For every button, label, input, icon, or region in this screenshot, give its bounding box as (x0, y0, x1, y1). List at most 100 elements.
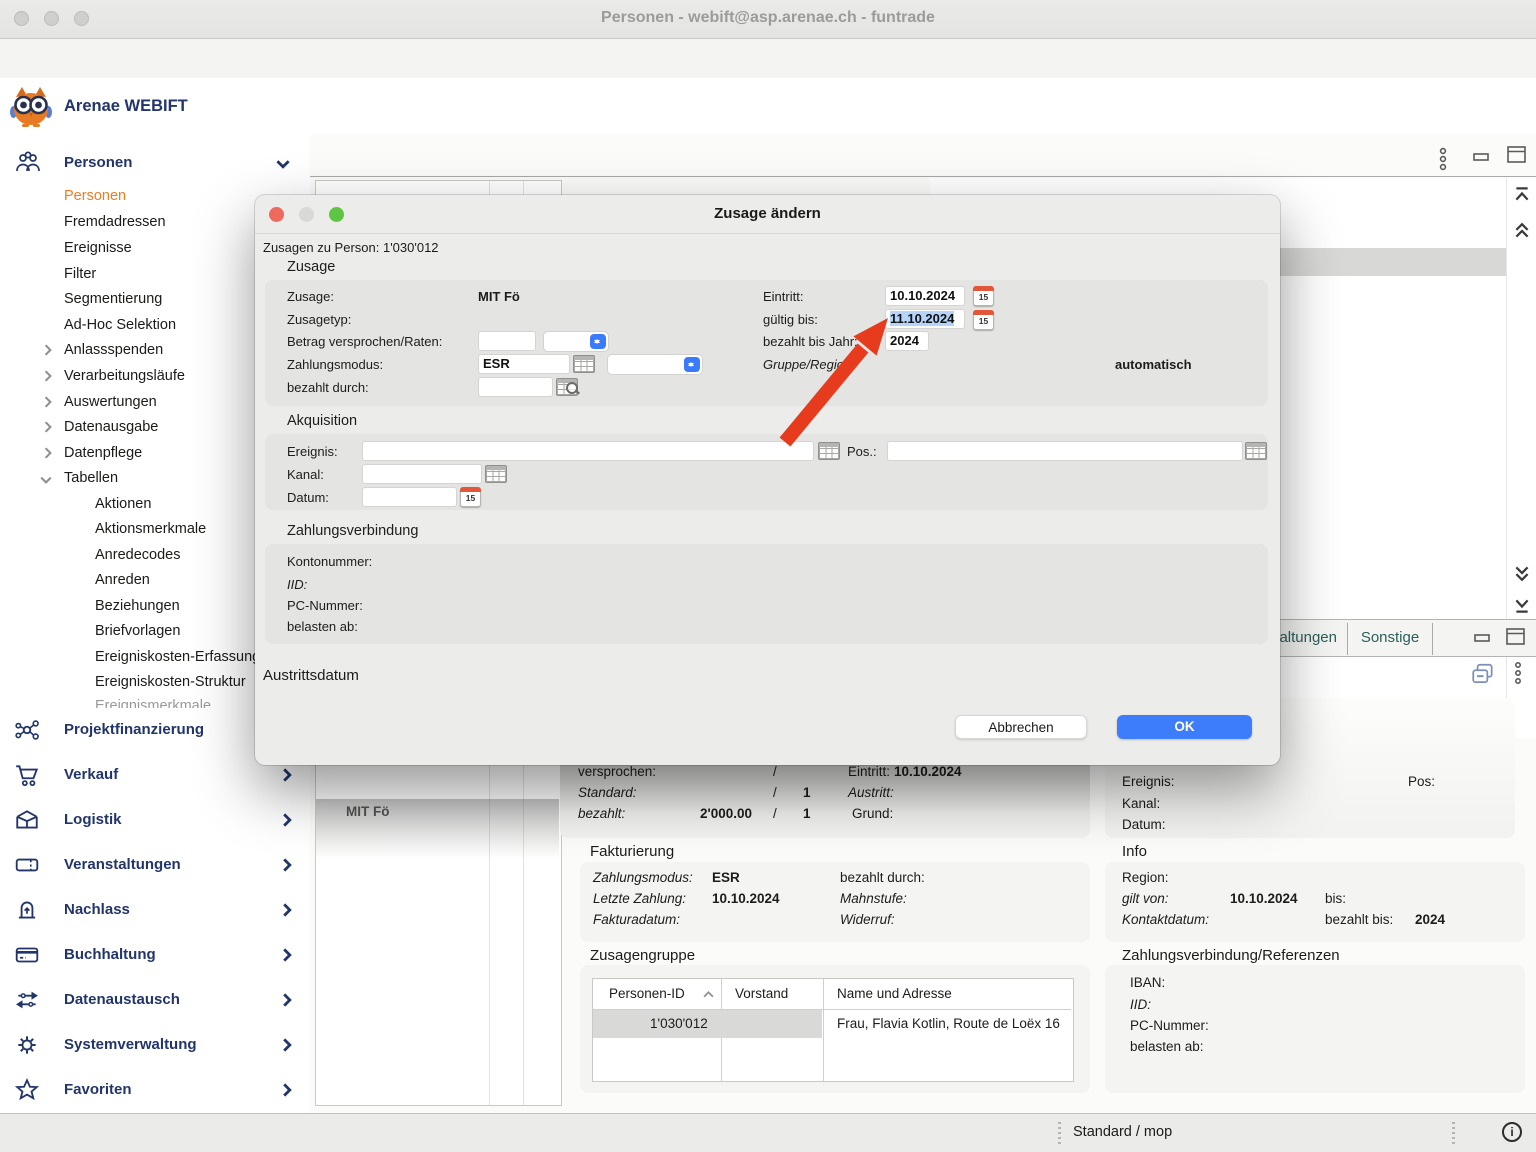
sidebar-group-buchhaltung[interactable]: Buchhaltung (0, 937, 300, 973)
sidebar-group-label: Systemverwaltung (64, 1027, 197, 1063)
betrag-input[interactable] (478, 331, 536, 351)
sidebar-group-datenaustausch[interactable]: Datenaustausch (0, 982, 300, 1018)
ereignis-input[interactable] (362, 441, 814, 461)
sidebar-group-label: Projektfinanzierung (64, 712, 204, 748)
kanal-label: Kanal: (287, 467, 324, 482)
scroll-page-up-icon[interactable] (1513, 222, 1531, 240)
gilt-von-value: 10.10.2024 (1230, 891, 1298, 906)
kontonummer-label: Kontonummer: (287, 554, 372, 569)
sidebar-item-label: Datenpflege (64, 441, 142, 465)
datum-label: Datum: (287, 490, 329, 505)
lookup-search-icon[interactable] (556, 378, 578, 396)
bezahlt-count: 1 (803, 806, 811, 821)
info-button[interactable]: i (1502, 1122, 1522, 1142)
kanal-input[interactable] (362, 464, 482, 484)
standard-count: 1 (803, 785, 811, 800)
chevron-right-icon (42, 447, 54, 459)
panel-maximize-icon[interactable] (1505, 627, 1527, 647)
calendar-icon[interactable]: 15 (973, 286, 994, 306)
panel-menu-button[interactable] (1437, 146, 1449, 179)
cell-personen-id: 1'030'012 (650, 1016, 708, 1031)
column-header[interactable]: Name und Adresse (837, 986, 952, 1001)
lookup-table-icon[interactable] (485, 465, 507, 483)
layered-panels-icon[interactable] (1470, 662, 1496, 686)
dialog-title: Zusage ändern (255, 205, 1280, 222)
standard-label: Standard: (578, 785, 637, 800)
raten-select[interactable] (543, 331, 609, 352)
kontaktdatum-label: Kontaktdatum: (1122, 912, 1209, 927)
gruppe-region-value: automatisch (1115, 357, 1192, 372)
sidebar-item-label: Anlassspenden (64, 338, 163, 362)
lookup-table-icon[interactable] (1245, 442, 1267, 460)
zusage-aendern-dialog: Zusage ändern Zusagen zu Person: 1'030'0… (255, 195, 1280, 765)
sidebar-group-verkauf[interactable]: Verkauf (0, 757, 300, 793)
table-row[interactable]: 1'030'012 Frau, Flavia Kotlin, Route de … (593, 1010, 1071, 1038)
panel-minimize-button[interactable] (1472, 150, 1492, 168)
eintritt-input[interactable]: 10.10.2024 (885, 286, 965, 306)
zusage-details-panel: versprochen: / Eintritt: 10.10.2024 Stan… (560, 756, 1090, 838)
widerruf-label: Widerruf: (840, 912, 895, 927)
chevron-right-icon (280, 1083, 294, 1097)
bezahlt-bis-jahr-label: bezahlt bis Jahr: (763, 334, 858, 349)
sidebar-item-label: Fremdadressen (64, 210, 166, 234)
slash: / (773, 806, 777, 821)
scroll-bottom-icon[interactable] (1513, 598, 1531, 614)
ok-button[interactable]: OK (1117, 715, 1252, 739)
bezahlt-durch-label: bezahlt durch: (287, 380, 369, 395)
sidebar-item-label: Briefvorlagen (95, 619, 180, 643)
column-header[interactable]: Personen-ID (609, 986, 685, 1001)
sidebar-item-label: Ereigniskosten-Struktur (95, 670, 246, 694)
austrittsdatum-label: Austrittsdatum (263, 667, 359, 684)
kanal-label: Kanal: (1122, 796, 1160, 811)
column-header[interactable]: Vorstand (735, 986, 788, 1001)
panel-kebab-icon[interactable] (1512, 660, 1524, 688)
zusage-section: Zusage: MIT Fö Zusagetyp: Betrag verspro… (265, 280, 1268, 406)
sidebar-group-personen[interactable]: Personen (0, 148, 300, 178)
gear-icon (14, 1032, 40, 1072)
sidebar-group-systemverwaltung[interactable]: Systemverwaltung (0, 1027, 300, 1063)
gueltig-bis-input[interactable]: 11.10.2024 (885, 309, 965, 329)
panel-maximize-button[interactable] (1506, 145, 1528, 170)
table-header-row: Personen-ID Vorstand Name und Adresse (593, 979, 1071, 1010)
statusbar-grip[interactable] (1452, 1122, 1455, 1144)
ereignis-label: Ereignis: (287, 444, 338, 459)
bis-label: bis: (1325, 891, 1346, 906)
chevron-right-icon (280, 858, 294, 872)
bezahlt-durch-input[interactable] (478, 377, 553, 397)
sidebar-group-logistik[interactable]: Logistik (0, 802, 300, 838)
zahlungsmodus-select[interactable] (607, 354, 703, 375)
pos-input[interactable] (887, 441, 1243, 461)
chevron-right-icon (42, 344, 54, 356)
statusbar-grip[interactable] (1058, 1122, 1061, 1144)
sidebar-group-veranstaltungen[interactable]: Veranstaltungen (0, 847, 300, 883)
tab-label: Sonstige (1361, 629, 1419, 646)
bezahlt-durch-label: bezahlt durch: (840, 870, 925, 885)
panel-minimize-icon[interactable] (1473, 632, 1493, 644)
sidebar-group-nachlass[interactable]: Nachlass (0, 892, 300, 928)
calendar-icon[interactable]: 15 (973, 310, 994, 330)
sidebar-item-label: Ad-Hoc Selektion (64, 313, 176, 337)
bezahlt-bis-jahr-input[interactable]: 2024 (885, 331, 929, 351)
app-header: Arenae WEBIFT + P (0, 78, 1536, 135)
sidebar-item-label: Anredecodes (95, 543, 180, 567)
scroll-page-down-icon[interactable] (1513, 564, 1531, 582)
calendar-icon[interactable]: 15 (460, 487, 481, 507)
lookup-table-icon[interactable] (573, 355, 595, 373)
zahlungsmodus-value: ESR (712, 870, 740, 885)
zusagengruppe-table[interactable]: Personen-ID Vorstand Name und Adresse 1'… (592, 978, 1074, 1082)
sidebar-item-label: Aktionsmerkmale (95, 517, 206, 541)
fakturierung-heading: Fakturierung (590, 843, 674, 860)
akquisition-datum-input[interactable] (362, 487, 457, 507)
iban-label: IBAN: (1130, 975, 1165, 990)
sidebar-group-label: Nachlass (64, 892, 130, 928)
lookup-table-icon[interactable] (818, 442, 840, 460)
cancel-button[interactable]: Abbrechen (955, 715, 1087, 739)
austritt-label: Austritt: (848, 785, 894, 800)
belasten-ab-label: belasten ab: (1130, 1039, 1204, 1054)
tab-sonstige[interactable]: Sonstige (1348, 623, 1433, 655)
sidebar-group-label: Buchhaltung (64, 937, 156, 973)
people-icon (14, 150, 42, 181)
sidebar-group-favoriten[interactable]: Favoriten (0, 1072, 300, 1108)
zahlungsmodus-input[interactable]: ESR (478, 354, 570, 374)
scroll-top-icon[interactable] (1513, 186, 1531, 202)
